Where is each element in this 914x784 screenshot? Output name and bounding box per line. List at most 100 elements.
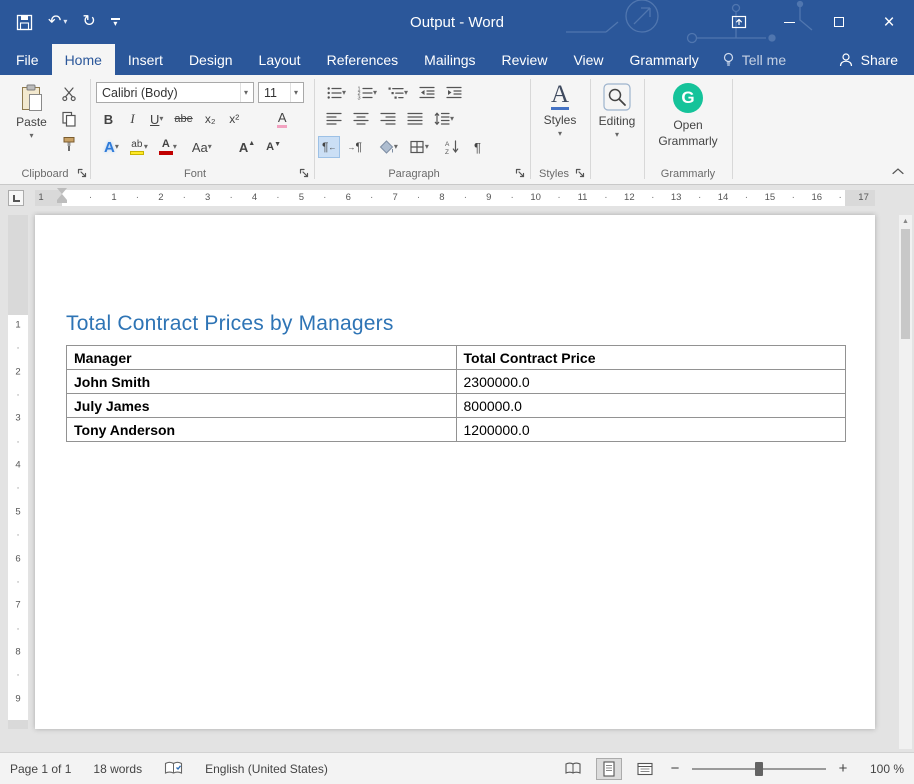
shrink-font-button[interactable]: A▼: [262, 136, 285, 158]
doc-table-cell[interactable]: 800000.0: [456, 394, 846, 418]
numbering-button[interactable]: 123 ▾: [353, 82, 381, 104]
maximize-button[interactable]: [814, 0, 864, 44]
sort-button[interactable]: AZ: [440, 136, 464, 158]
ltr-direction-button[interactable]: ¶←: [318, 136, 340, 158]
bold-button[interactable]: B: [98, 108, 119, 130]
tab-references[interactable]: References: [314, 44, 412, 75]
font-size-select[interactable]: 11 ▾: [258, 82, 304, 103]
multilevel-list-button[interactable]: ▾: [384, 82, 412, 104]
italic-button[interactable]: I: [122, 108, 143, 130]
decrease-indent-button[interactable]: [415, 82, 439, 104]
redo-button[interactable]: ↻: [82, 14, 95, 30]
doc-table-cell[interactable]: 1200000.0: [456, 418, 846, 442]
grow-font-button[interactable]: A▲: [235, 136, 259, 158]
tab-home[interactable]: Home: [52, 44, 115, 75]
document-table[interactable]: ManagerTotal Contract Price John Smith23…: [66, 345, 846, 442]
read-mode-button[interactable]: [560, 758, 586, 780]
zoom-out-button[interactable]: −: [668, 760, 682, 777]
tell-me-box[interactable]: Tell me: [712, 44, 796, 75]
strikethrough-button[interactable]: abe: [170, 108, 196, 130]
doc-table-cell[interactable]: July James: [67, 394, 457, 418]
tab-file[interactable]: File: [3, 44, 52, 75]
tab-view[interactable]: View: [560, 44, 616, 75]
ruler-dot: ·: [8, 670, 28, 681]
font-name-select[interactable]: Calibri (Body) ▾: [96, 82, 254, 103]
proofing-status-button[interactable]: [164, 761, 183, 776]
vertical-ruler[interactable]: 1·2·3·4·5·6·7·8·9: [8, 215, 28, 729]
ruler-number: 9: [8, 693, 28, 704]
print-layout-button[interactable]: [596, 758, 622, 780]
doc-table-cell[interactable]: 2300000.0: [456, 370, 846, 394]
clear-formatting-button[interactable]: A: [272, 108, 293, 130]
styles-gallery-button[interactable]: A Styles ▾: [535, 79, 585, 161]
scrollbar-thumb[interactable]: [901, 229, 910, 339]
language-indicator[interactable]: English (United States): [205, 762, 328, 776]
align-center-button[interactable]: [349, 108, 373, 130]
customize-quick-access-button[interactable]: ▾: [111, 18, 120, 27]
open-grammarly-button[interactable]: G Open Grammarly: [648, 79, 728, 161]
shading-button[interactable]: ▾: [375, 136, 402, 158]
paste-button[interactable]: Paste ▾: [8, 80, 55, 160]
tab-mailings[interactable]: Mailings: [411, 44, 488, 75]
document-page[interactable]: Total Contract Prices by Managers Manage…: [35, 215, 875, 729]
tab-insert[interactable]: Insert: [115, 44, 176, 75]
tab-design[interactable]: Design: [176, 44, 246, 75]
editing-button[interactable]: Editing ▾: [594, 79, 640, 161]
subscript-button[interactable]: x₂: [200, 108, 221, 130]
close-button[interactable]: ×: [864, 0, 914, 44]
cut-button[interactable]: [58, 83, 80, 105]
document-heading[interactable]: Total Contract Prices by Managers: [66, 312, 846, 336]
underline-button[interactable]: U▾: [146, 108, 167, 130]
share-button[interactable]: Share: [822, 44, 914, 75]
word-count[interactable]: 18 words: [93, 762, 142, 776]
show-paragraph-marks-button[interactable]: ¶: [467, 136, 488, 158]
zoom-slider[interactable]: [692, 761, 826, 777]
styles-dialog-launcher[interactable]: [574, 167, 586, 179]
scissors-icon: [61, 86, 77, 102]
down-arrow-icon: ▼: [274, 141, 281, 148]
font-dialog-launcher[interactable]: [298, 167, 310, 179]
align-left-button[interactable]: [322, 108, 346, 130]
justify-button[interactable]: [403, 108, 427, 130]
ruler-number: 17: [858, 190, 869, 206]
tell-me-label: Tell me: [742, 52, 786, 68]
copy-button[interactable]: [58, 108, 80, 130]
ruler-number: 3: [205, 190, 210, 206]
minimize-button[interactable]: [764, 0, 814, 44]
highlight-button[interactable]: ab ▾: [126, 136, 152, 158]
rtl-direction-button[interactable]: →¶: [343, 136, 365, 158]
collapse-ribbon-button[interactable]: [892, 164, 904, 178]
zoom-slider-thumb[interactable]: [755, 762, 763, 776]
bullets-button[interactable]: ▾: [322, 82, 350, 104]
doc-table-cell[interactable]: Tony Anderson: [67, 418, 457, 442]
horizontal-ruler[interactable]: ·1·2·3·4·5·6·7·8·9·10·11·12·13·14·15·16·…: [0, 185, 914, 211]
left-indent-marker[interactable]: [57, 188, 67, 203]
save-button[interactable]: [16, 14, 33, 31]
zoom-in-button[interactable]: +: [836, 760, 850, 777]
increase-indent-button[interactable]: [442, 82, 466, 104]
paragraph-dialog-launcher[interactable]: [514, 167, 526, 179]
tab-layout[interactable]: Layout: [246, 44, 314, 75]
vertical-scrollbar[interactable]: ▲: [899, 215, 912, 749]
tab-grammarly[interactable]: Grammarly: [617, 44, 712, 75]
format-painter-button[interactable]: [58, 133, 80, 155]
align-right-button[interactable]: [376, 108, 400, 130]
web-layout-button[interactable]: [632, 758, 658, 780]
font-color-button[interactable]: A ▾: [155, 136, 181, 158]
ribbon-display-options-button[interactable]: [714, 0, 764, 44]
page-indicator[interactable]: Page 1 of 1: [10, 762, 71, 776]
scroll-up-arrow[interactable]: ▲: [899, 215, 912, 225]
doc-table-cell[interactable]: John Smith: [67, 370, 457, 394]
doc-table-row: Tony Anderson1200000.0: [67, 418, 846, 442]
clipboard-dialog-launcher[interactable]: [76, 167, 88, 179]
line-spacing-button[interactable]: ▾: [430, 108, 458, 130]
grow-font-icon: A: [239, 140, 248, 155]
borders-button[interactable]: ▾: [405, 136, 433, 158]
tab-review[interactable]: Review: [489, 44, 561, 75]
undo-button[interactable]: ↶▾: [48, 14, 67, 30]
superscript-button[interactable]: x²: [224, 108, 245, 130]
document-area[interactable]: 1·2·3·4·5·6·7·8·9 Total Contract Prices …: [0, 211, 914, 752]
text-effects-button[interactable]: A▾: [100, 136, 123, 158]
change-case-button[interactable]: Aa▾: [188, 136, 216, 158]
zoom-level[interactable]: 100 %: [860, 762, 904, 776]
